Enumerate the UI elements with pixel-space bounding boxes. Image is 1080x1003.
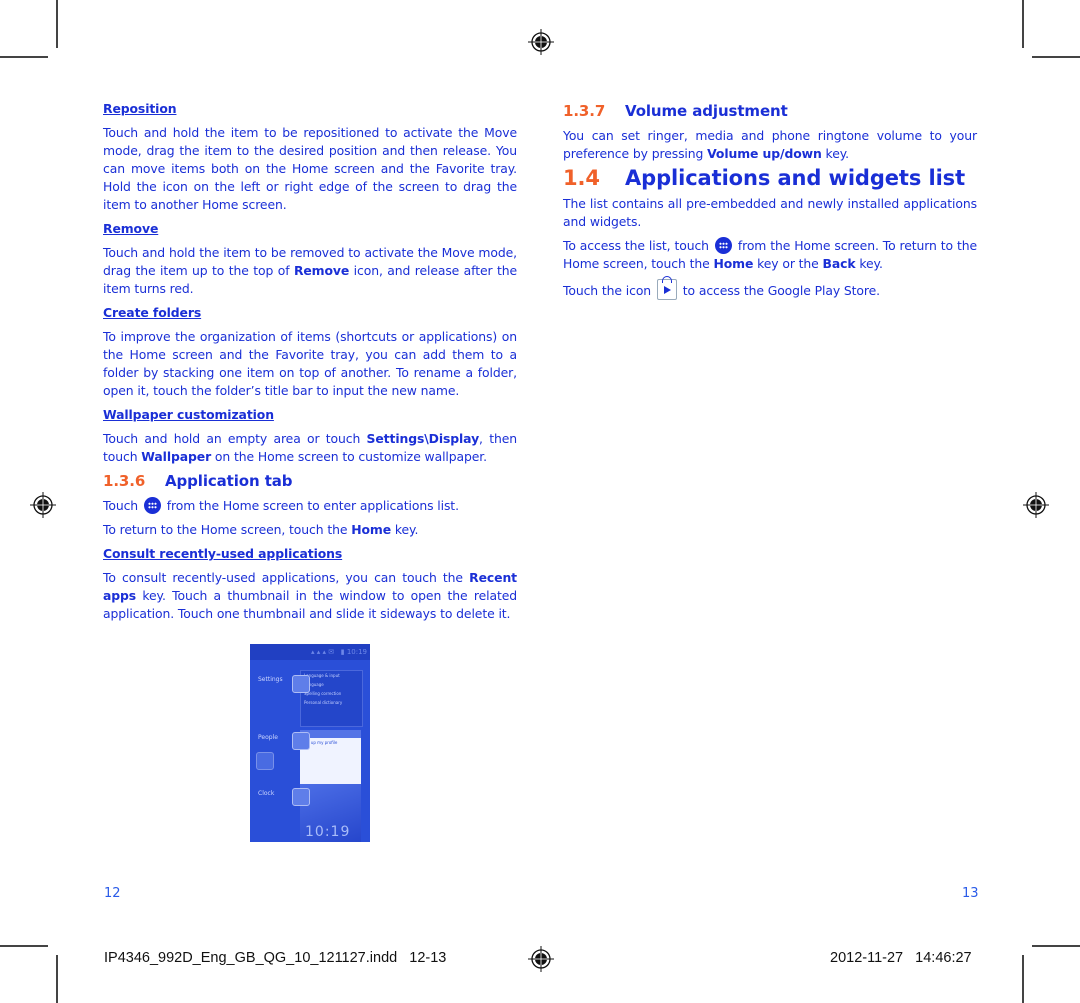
slug-filename: IP4346_992D_Eng_GB_QG_10_121127.indd 12-… [104,950,447,966]
clock-alarm-icon [292,788,310,806]
apps-widgets-p3: Touch the icon to access the Google Play… [563,276,977,300]
clock-app-icon [256,752,274,770]
section-number: 1.3.7 [563,102,606,120]
crop-mark [1032,945,1080,947]
registration-mark-icon [30,492,56,518]
apps-widgets-p1: The list contains all pre-embedded and n… [563,196,977,229]
application-tab-line1: Touch from the Home screen to enter appl… [103,497,459,514]
remove-heading: Remove [103,221,159,236]
section-heading-apps-widgets: 1.4 Applications and widgets list [563,166,977,190]
label-people: People [258,734,278,741]
right-page: 1.3.7 Volume adjustment You can set ring… [563,100,977,306]
crop-mark [56,955,58,1003]
recent-apps-screenshot: ▴ ▴ ▴ ✉ ▮ 10:19 Settings People Clock La… [250,644,370,842]
section-title: Application tab [165,472,293,490]
section-heading-application-tab: 1.3.6 Application tab [103,472,517,490]
apps-grid-icon [143,497,161,514]
clock-time: 10:19 [305,824,351,840]
crop-mark [1022,955,1024,1003]
section-title: Volume adjustment [625,102,788,120]
slug-timestamp: 2012-11-27 14:46:27 [830,950,972,966]
label-settings: Settings [258,676,283,683]
apps-grid-icon [714,237,732,254]
people-contact-icon [292,732,310,750]
section-number: 1.3.6 [103,472,146,490]
crop-mark [56,0,58,48]
registration-mark-icon [528,946,554,972]
section-number: 1.4 [563,166,600,190]
registration-mark-icon [528,29,554,55]
volume-body: You can set ringer, media and phone ring… [563,128,977,161]
label-clock: Clock [258,790,275,797]
section-heading-volume: 1.3.7 Volume adjustment [563,102,977,120]
reposition-body: Touch and hold the item to be reposition… [103,125,517,212]
crop-mark [0,56,48,58]
crop-mark [0,945,48,947]
crop-mark [1032,56,1080,58]
registration-mark-icon [1023,492,1049,518]
recent-apps-heading: Consult recently-used applications [103,546,343,561]
play-store-icon [656,276,677,300]
crop-mark [1022,0,1024,48]
page-number-right: 13 [962,886,979,901]
create-folders-body: To improve the organization of items (sh… [103,329,517,398]
left-page: Reposition Touch and hold the item to be… [103,100,517,629]
apps-widgets-p2: To access the list, touch from the Home … [563,237,977,271]
page-number-left: 12 [104,886,121,901]
section-title: Applications and widgets list [625,166,966,190]
status-bar: ▴ ▴ ▴ ✉ ▮ 10:19 [250,644,370,660]
create-folders-heading: Create folders [103,305,202,320]
reposition-heading: Reposition [103,101,177,116]
remove-body: Touch and hold the item to be removed to… [103,245,517,296]
settings-gear-icon [292,675,310,693]
wallpaper-body: Touch and hold an empty area or touch Se… [103,431,517,464]
application-tab-line2: To return to the Home screen, touch the … [103,522,419,537]
recent-apps-body: To consult recently-used applications, y… [103,570,517,621]
wallpaper-heading: Wallpaper customization [103,407,274,422]
